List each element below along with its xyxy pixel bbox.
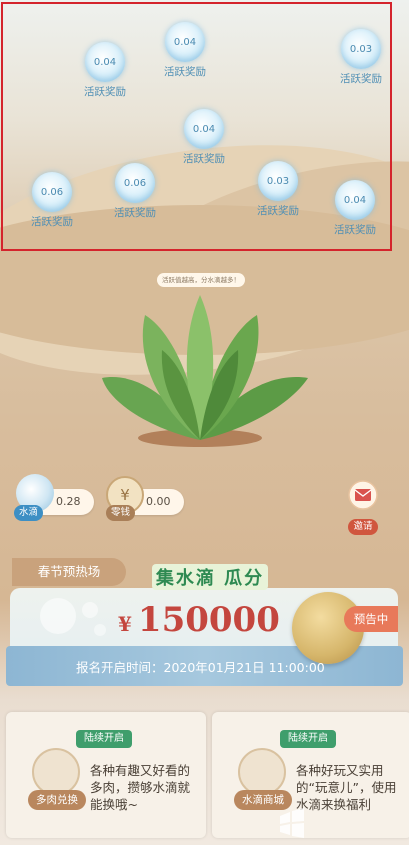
change-balance-label: 零钱 (106, 505, 136, 521)
status-tag: 陆续开启 (76, 730, 132, 748)
app-screen: 0.04 活跃奖励 0.04 活跃奖励 0.03 活跃奖励 0.04 活跃奖励 … (0, 0, 409, 845)
water-balance-value: 0.28 (56, 495, 81, 508)
water-balance-label: 水滴 (14, 505, 44, 521)
bubbles-decoration (40, 598, 106, 636)
event-title-text: 集水滴 瓜分 (151, 564, 269, 590)
succulent-exchange-button[interactable]: 多肉兑换 (28, 790, 86, 810)
invite-label: 邀请 (348, 519, 378, 535)
exchange-card-succulent[interactable]: 陆续开启 多肉兑换 各种有趣又好看的多肉，攒够水滴就能换哦~ (6, 712, 206, 838)
event-time: 报名开启时间：2020年01月21日 11:00:00 (76, 660, 325, 675)
card-description: 各种好玩又实用的“玩意儿”，使用水滴来换福利 (296, 763, 397, 812)
shop-jar-icon (238, 748, 286, 796)
coin-symbol: ¥ (120, 486, 130, 504)
preview-badge: 预告中 (344, 606, 398, 632)
watermark-icon (280, 808, 304, 838)
succulent-plant[interactable] (100, 290, 310, 450)
water-mall-button[interactable]: 水滴商城 (234, 790, 292, 810)
plant-pot-icon (32, 748, 80, 796)
status-tag: 陆续开启 (280, 730, 336, 748)
invite-button[interactable]: 邀请 (344, 480, 382, 535)
plant-tip: 活跃值越高，分水滴越多！ (157, 273, 245, 287)
prize-value: 150000 (137, 600, 280, 640)
card-description: 各种有趣又好看的多肉，攒够水滴就能换哦~ (90, 763, 191, 812)
event-tab[interactable]: 春节预热场 (12, 558, 126, 586)
change-balance-value: 0.00 (146, 495, 171, 508)
event-title: 集水滴 瓜分 (140, 564, 280, 592)
highlight-frame (1, 2, 392, 251)
watermark-logo (274, 808, 406, 842)
prize-amount: ¥150000 (118, 600, 280, 640)
gift-envelope-icon (348, 480, 378, 510)
